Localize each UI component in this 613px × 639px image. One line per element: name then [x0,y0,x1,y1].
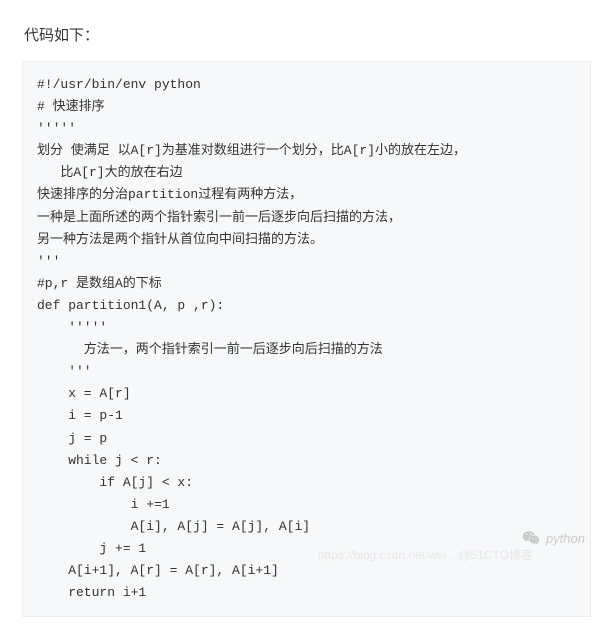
code-block: #!/usr/bin/env python # 快速排序 ''''' 划分 使满… [22,61,591,617]
section-heading: 代码如下： [24,24,591,45]
